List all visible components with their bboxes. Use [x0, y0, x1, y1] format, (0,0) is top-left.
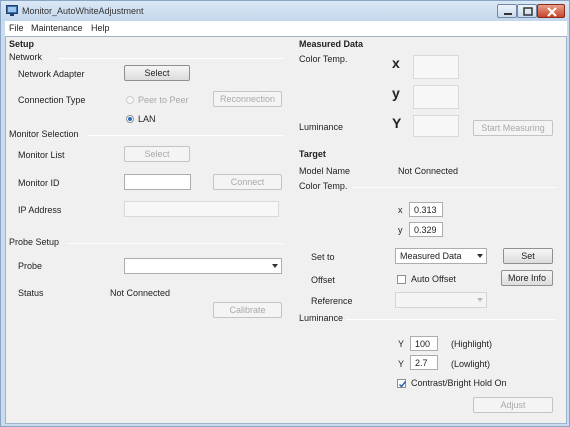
target-luminance-group-label: Luminance	[299, 313, 344, 323]
network-group-divider	[58, 58, 283, 59]
measured-luminance-value	[413, 115, 459, 137]
model-name-value: Not Connected	[398, 166, 459, 176]
close-button[interactable]	[537, 4, 565, 18]
chevron-down-icon	[477, 298, 483, 302]
monitor-id-label: Monitor ID	[18, 178, 60, 188]
probe-dropdown[interactable]	[124, 258, 282, 274]
probe-label: Probe	[18, 261, 43, 271]
probe-status-value: Not Connected	[110, 288, 171, 298]
contrast-hold-checkbox[interactable]	[397, 379, 407, 388]
more-info-button[interactable]: More Info	[501, 270, 553, 286]
reference-dropdown[interactable]	[395, 292, 487, 308]
measured-Y-symbol: Y	[392, 115, 402, 131]
adjust-button[interactable]: Adjust	[473, 397, 553, 413]
maximize-icon	[523, 7, 533, 16]
measured-luminance-label: Luminance	[299, 122, 344, 132]
target-luminance-divider	[346, 319, 556, 320]
monitor-list-select-button[interactable]: Select	[124, 146, 190, 162]
lan-label: LAN	[138, 114, 156, 124]
chevron-down-icon	[272, 264, 278, 268]
set-to-dropdown-value: Measured Data	[400, 251, 462, 261]
calibrate-button[interactable]: Calibrate	[213, 302, 282, 318]
measured-color-temp-label: Color Temp.	[299, 54, 348, 64]
auto-offset-checkbox[interactable]	[397, 275, 406, 284]
menu-help[interactable]: Help	[91, 23, 110, 33]
network-adapter-label: Network Adapter	[18, 69, 85, 79]
target-heading: Target	[299, 149, 326, 159]
lowlight-Y-label: Y	[398, 359, 405, 369]
measured-data-heading: Measured Data	[299, 39, 364, 49]
auto-offset-label: Auto Offset	[411, 274, 456, 284]
set-to-dropdown[interactable]: Measured Data	[395, 248, 487, 264]
checkmark-icon	[398, 381, 407, 388]
set-to-label: Set to	[311, 252, 335, 262]
target-y-label: y	[398, 225, 403, 235]
measured-x-value	[413, 55, 459, 79]
menu-maintenance[interactable]: Maintenance	[31, 23, 83, 33]
target-color-temp-divider	[351, 187, 556, 188]
monitor-selection-group-label: Monitor Selection	[9, 129, 79, 139]
target-color-temp-group-label: Color Temp.	[299, 181, 348, 191]
probe-setup-group-label: Probe Setup	[9, 237, 60, 247]
set-button[interactable]: Set	[503, 248, 553, 264]
start-measuring-button[interactable]: Start Measuring	[473, 120, 553, 136]
minimize-icon	[504, 13, 512, 15]
offset-label: Offset	[311, 275, 335, 285]
reference-label: Reference	[311, 296, 353, 306]
highlight-Y-label: Y	[398, 339, 405, 349]
target-y-input[interactable]: 0.329	[409, 222, 443, 237]
network-group-label: Network	[9, 52, 43, 62]
monitor-selection-divider	[88, 135, 283, 136]
network-adapter-select-button[interactable]: Select	[124, 65, 190, 81]
peer-to-peer-radio[interactable]	[126, 96, 134, 104]
highlight-input[interactable]: 100	[410, 336, 438, 351]
target-x-input[interactable]: 0.313	[409, 202, 443, 217]
status-label: Status	[18, 288, 44, 298]
reconnection-button[interactable]: Reconnection	[213, 91, 282, 107]
connection-type-label: Connection Type	[18, 95, 86, 105]
ip-address-label: IP Address	[18, 205, 62, 215]
monitor-list-label: Monitor List	[18, 150, 65, 160]
lowlight-input[interactable]: 2.7	[410, 355, 438, 370]
menu-bar: File Maintenance Help	[5, 21, 567, 36]
connect-button[interactable]: Connect	[213, 174, 282, 190]
peer-to-peer-label: Peer to Peer	[138, 95, 189, 105]
monitor-icon	[6, 5, 18, 16]
model-name-label: Model Name	[299, 166, 351, 176]
lan-radio-selected-dot	[128, 117, 132, 121]
app-window: Monitor_AutoWhiteAdjustment File Mainten…	[0, 0, 570, 427]
measured-y-symbol: y	[392, 85, 400, 101]
target-x-label: x	[398, 205, 403, 215]
maximize-button[interactable]	[517, 4, 537, 18]
ip-address-input[interactable]	[124, 201, 279, 217]
probe-setup-divider	[68, 243, 283, 244]
measured-x-symbol: x	[392, 55, 400, 71]
setup-heading: Setup	[9, 39, 35, 49]
window-title: Monitor_AutoWhiteAdjustment	[22, 6, 144, 16]
lowlight-label: (Lowlight)	[451, 359, 491, 369]
lan-radio[interactable]	[126, 115, 134, 123]
contrast-hold-label: Contrast/Bright Hold On	[411, 378, 507, 388]
minimize-button[interactable]	[497, 4, 517, 18]
chevron-down-icon	[477, 254, 483, 258]
menu-file[interactable]: File	[9, 23, 24, 33]
measured-y-value	[413, 85, 459, 109]
highlight-label: (Highlight)	[451, 339, 493, 349]
title-bar: Monitor_AutoWhiteAdjustment	[1, 1, 569, 21]
main-panel: Setup Network Network Adapter Select Con…	[5, 36, 567, 424]
monitor-id-input[interactable]	[124, 174, 191, 190]
close-icon	[547, 7, 557, 17]
